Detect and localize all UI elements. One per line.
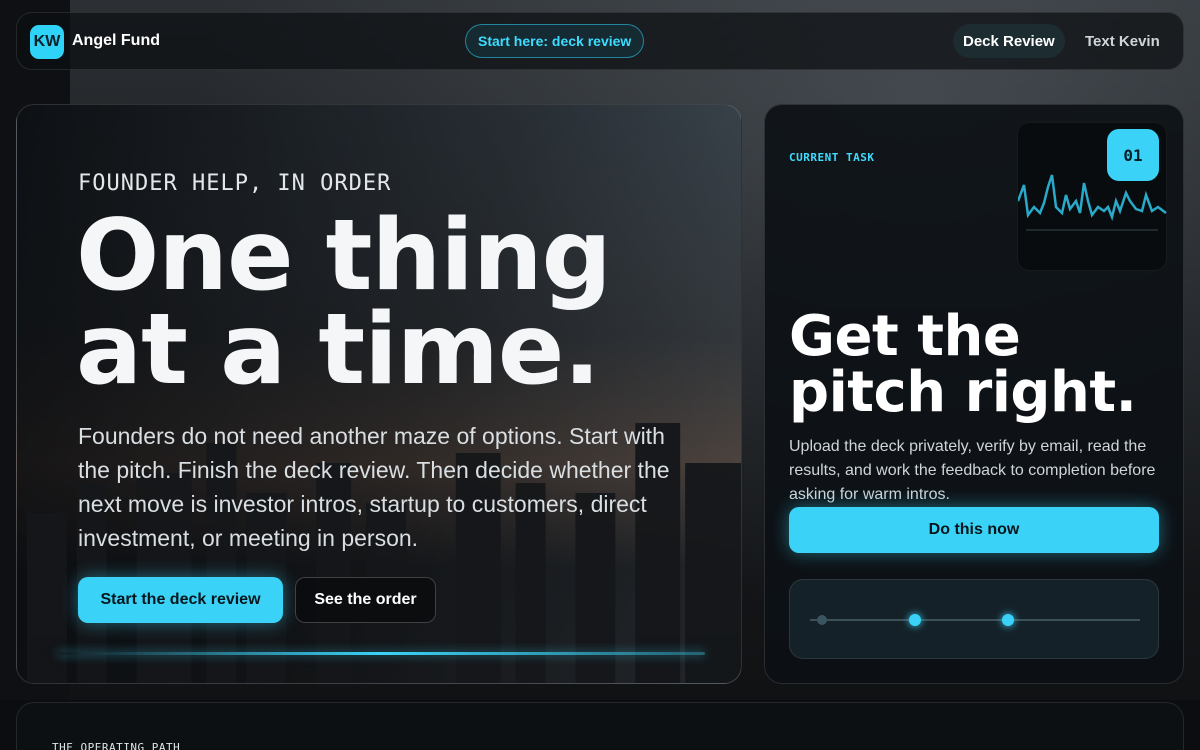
stepper-track [810,614,1140,626]
step-dot-1 [817,615,827,625]
hero-title-line-1: One thing [76,199,612,313]
nav-link-deck-review[interactable]: Deck Review [953,24,1065,58]
progress-stepper [789,579,1159,659]
start-deck-review-button[interactable]: Start the deck review [78,577,283,623]
current-task-label: CURRENT TASK [789,151,875,164]
task-number-badge: 01 [1107,129,1159,181]
hero-title-line-2: at a time. [76,293,601,407]
hero-description: Founders do not need another maze of opt… [78,423,670,551]
hero-glow-line [57,652,705,655]
operating-path-section: THE OPERATING PATH [16,702,1184,750]
task-description: Upload the deck privately, verify by ema… [789,438,1156,503]
hero-eyebrow: FOUNDER HELP, IN ORDER [78,171,392,196]
top-nav: KW Angel Fund Start here: deck review De… [16,12,1184,70]
hero-title: One thing at a time. [76,199,716,407]
start-here-pill[interactable]: Start here: deck review [465,24,645,58]
see-the-order-button[interactable]: See the order [295,577,436,623]
hero-card: FOUNDER HELP, IN ORDER One thing at a ti… [16,104,742,684]
operating-path-label: THE OPERATING PATH [52,741,181,750]
logo-badge[interactable]: KW [30,25,64,59]
nav-link-text-kevin[interactable]: Text Kevin [1085,24,1160,58]
brand-name[interactable]: Angel Fund [72,32,160,50]
task-title-line-2: pitch right. [789,360,1137,425]
current-task-card: CURRENT TASK 01 Get the pitch right. Upl… [764,104,1184,684]
task-title: Get the pitch right. [789,309,1159,421]
step-dot-2 [909,614,921,626]
step-dot-3 [1002,614,1014,626]
task-title-line-1: Get the [789,304,1021,369]
do-this-now-button[interactable]: Do this now [789,507,1159,553]
